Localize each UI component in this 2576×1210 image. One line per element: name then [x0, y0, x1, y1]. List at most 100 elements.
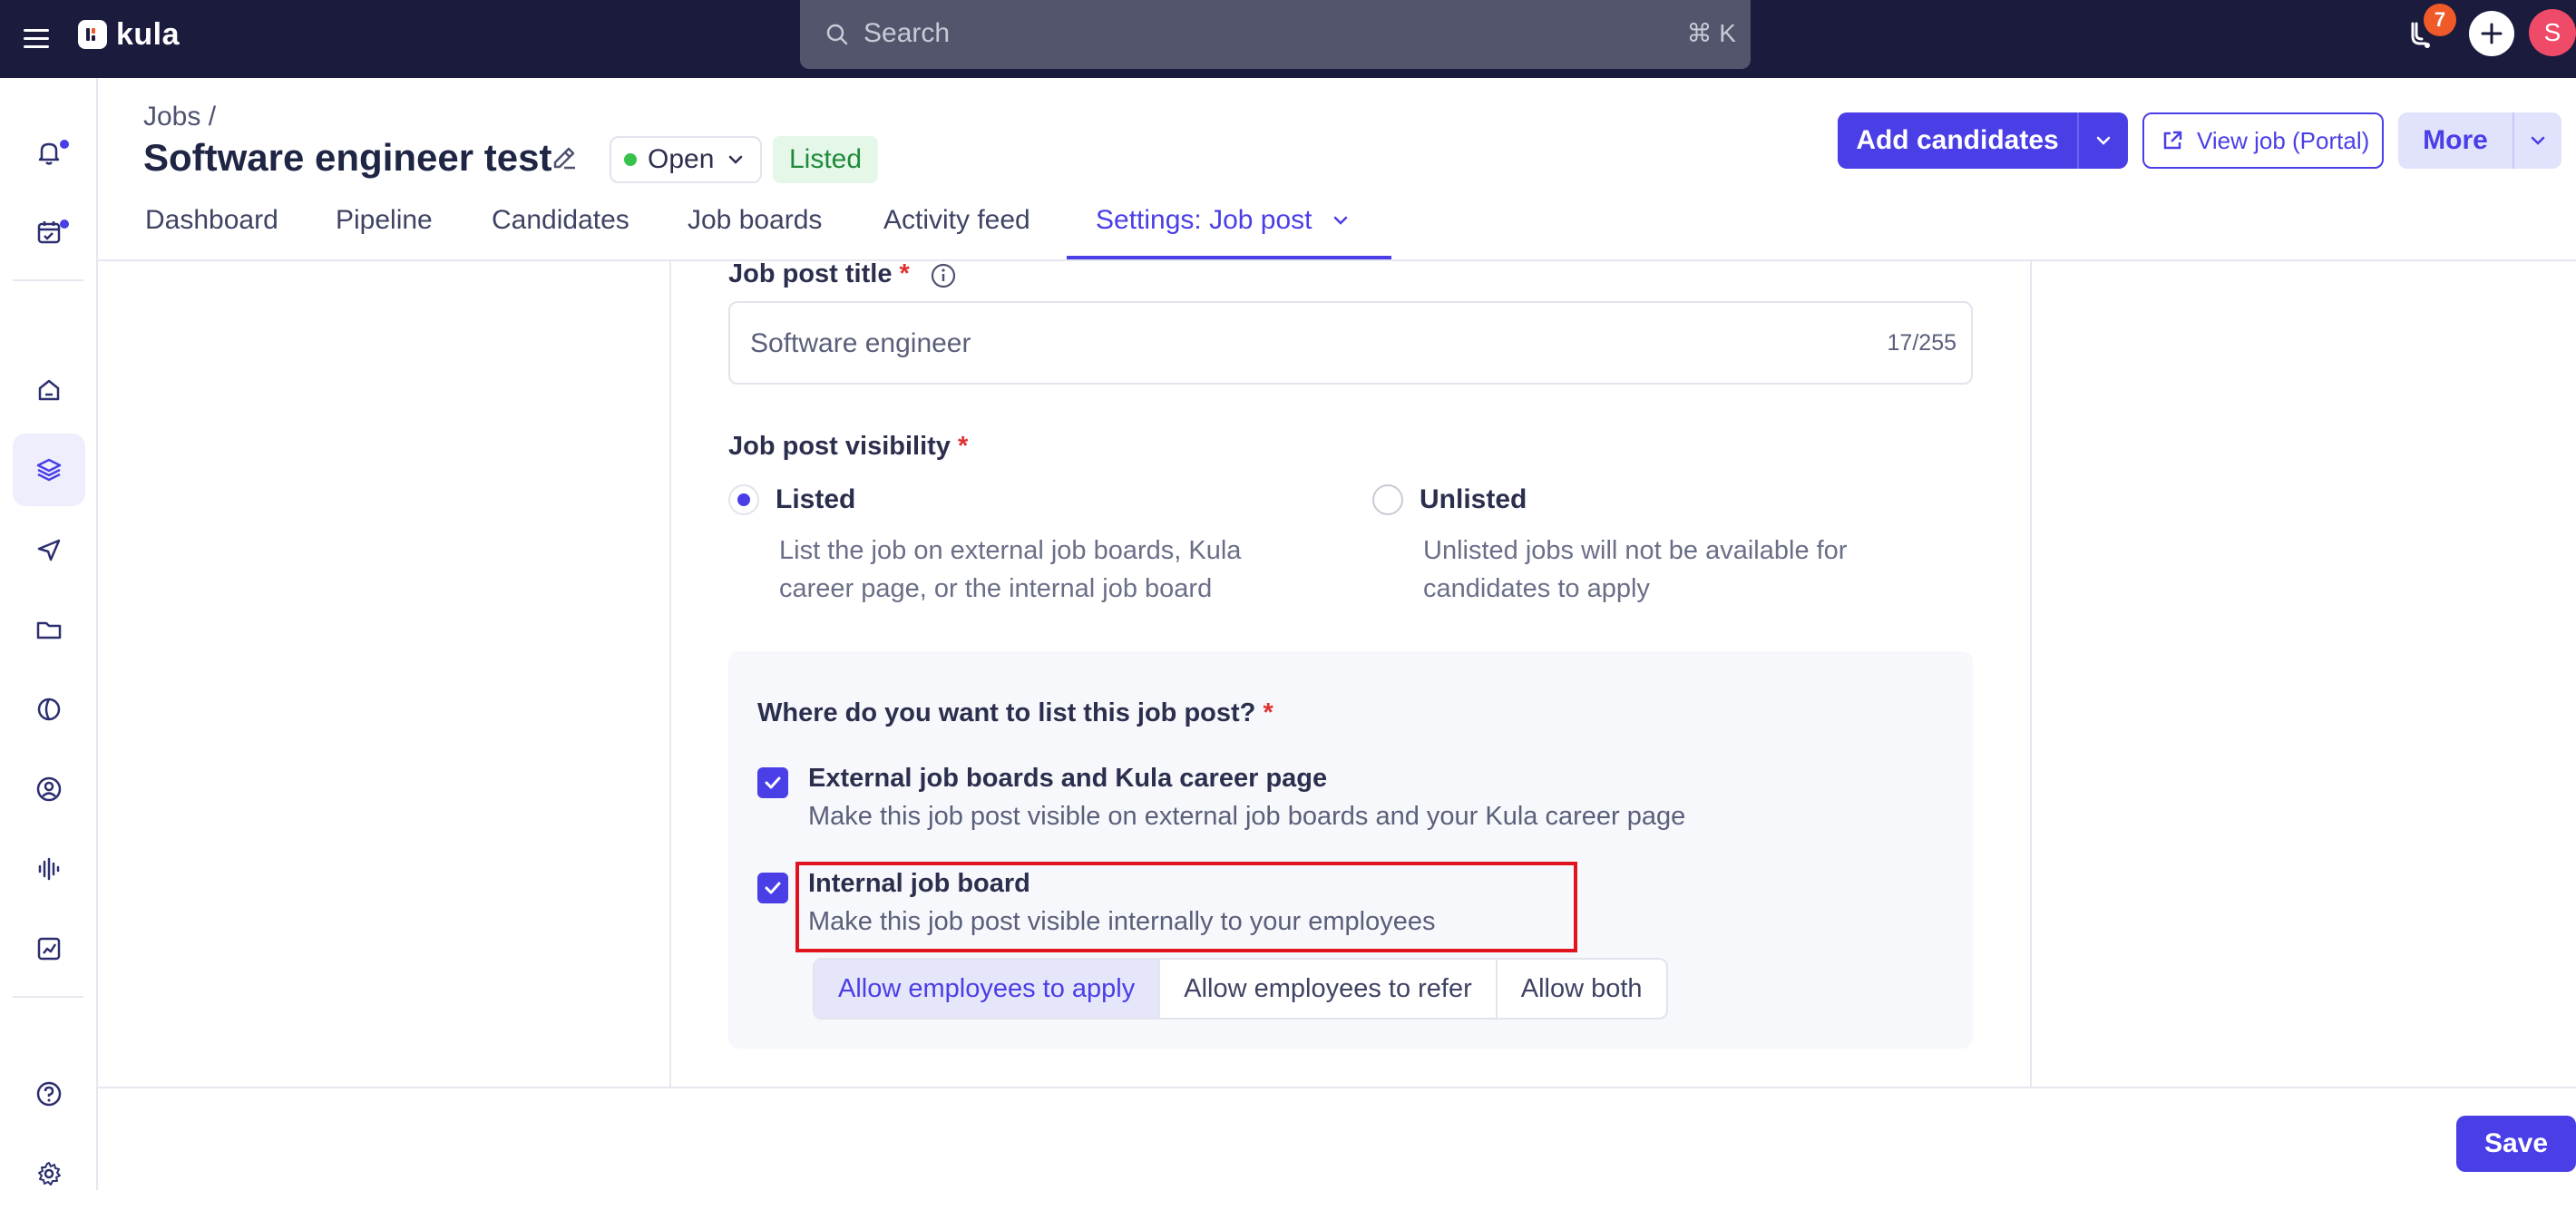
radio-listed-label[interactable]: Listed [776, 484, 855, 515]
add-candidates-label: Add candidates [1856, 125, 2059, 155]
search-placeholder: Search [864, 18, 951, 48]
search-icon [822, 19, 853, 50]
job-tabs: Dashboard Pipeline Candidates Job boards… [98, 196, 2576, 261]
user-circle-icon [36, 776, 62, 802]
rail-files[interactable] [13, 593, 85, 666]
tab-activity-feed[interactable]: Activity feed [883, 205, 1030, 236]
allow-employees-apply-option[interactable]: Allow employees to apply [815, 960, 1161, 1018]
top-bar: kula Search ⌘ K 7 S [0, 0, 2576, 78]
layers-icon [36, 458, 62, 482]
tab-settings-label: Settings: Job post [1096, 205, 1312, 235]
unread-dot [60, 220, 69, 229]
tab-job-boards[interactable]: Job boards [688, 205, 822, 236]
more-button[interactable]: More [2398, 112, 2561, 169]
job-post-title-value: Software engineer [750, 328, 971, 358]
radio-unlisted-label[interactable]: Unlisted [1420, 484, 1527, 515]
brand-logo[interactable]: kula [78, 16, 180, 53]
chevron-down-icon [2531, 136, 2545, 145]
rail-help[interactable] [13, 1058, 85, 1130]
character-counter: 17/255 [1887, 330, 1956, 356]
active-tab-indicator [1067, 256, 1391, 259]
radio-unlisted[interactable] [1372, 484, 1403, 515]
gear-icon [38, 1162, 61, 1186]
user-avatar[interactable]: S [2529, 9, 2576, 56]
checkmark-icon [765, 882, 781, 894]
rail-jobs[interactable] [13, 434, 85, 506]
edit-pencil-icon[interactable] [548, 141, 581, 174]
search-bar[interactable]: Search ⌘ K [800, 0, 1751, 69]
breadcrumb[interactable]: Jobs / [143, 102, 216, 132]
listed-badge: Listed [773, 136, 879, 183]
more-dropdown[interactable] [2513, 112, 2561, 169]
save-button[interactable]: Save [2456, 1116, 2576, 1172]
unlisted-desc-line-2: candidates to apply [1423, 574, 1650, 603]
send-icon [37, 539, 61, 561]
rail-calendar[interactable] [13, 196, 85, 268]
rail-divider [13, 996, 83, 998]
chevron-down-icon [1334, 216, 1348, 225]
checkmark-icon [765, 776, 781, 789]
tab-dashboard[interactable]: Dashboard [145, 205, 278, 236]
info-icon[interactable] [929, 261, 958, 290]
rail-divider [13, 279, 83, 281]
listed-desc-line-1: List the job on external job boards, Kul… [779, 536, 1242, 565]
allow-employees-refer-option[interactable]: Allow employees to refer [1160, 960, 1498, 1018]
page-title: Software engineer test [143, 136, 552, 179]
half-circle-icon [37, 698, 61, 721]
required-mark: * [899, 259, 910, 288]
rail-voice[interactable] [13, 833, 85, 905]
folder-icon [36, 621, 62, 639]
rail-home[interactable] [13, 354, 85, 426]
allow-both-option[interactable]: Allow both [1498, 960, 1666, 1018]
job-post-title-input[interactable]: Software engineer 17/255 [728, 301, 1973, 385]
notification-badge: 7 [2424, 4, 2456, 36]
view-job-portal-button[interactable]: View job (Portal) [2142, 112, 2384, 169]
unlisted-desc-line-1: Unlisted jobs will not be available for [1423, 536, 1848, 565]
add-candidates-dropdown[interactable] [2077, 112, 2128, 169]
required-mark: * [958, 432, 969, 461]
help-icon [36, 1081, 62, 1107]
brand-name: kula [116, 16, 181, 52]
required-mark: * [1263, 698, 1273, 727]
job-status-select[interactable]: Open [610, 136, 762, 183]
add-candidates-button[interactable]: Add candidates [1838, 112, 2128, 169]
radio-unlisted-description: Unlisted jobs will not be available for … [1423, 532, 1847, 608]
rail-reports[interactable] [13, 912, 85, 985]
job-post-title-label-text: Job post title [728, 259, 893, 288]
external-boards-checkbox[interactable] [757, 767, 788, 798]
chevron-down-icon [729, 155, 743, 164]
external-boards-title[interactable]: External job boards and Kula career page [808, 764, 1327, 794]
more-label: More [2423, 125, 2488, 155]
internal-board-checkbox[interactable] [757, 873, 788, 903]
unread-dot [60, 140, 69, 149]
external-boards-description: Make this job post visible on external j… [808, 802, 1686, 831]
left-rail [0, 78, 98, 1190]
chevron-down-icon [2096, 136, 2111, 145]
hamburger-menu-icon[interactable] [18, 20, 54, 56]
rail-outreach[interactable] [13, 513, 85, 586]
view-job-label: View job (Portal) [2197, 126, 2370, 154]
create-plus-button[interactable] [2469, 11, 2514, 56]
radio-listed[interactable] [728, 484, 759, 515]
rail-insights[interactable] [13, 673, 85, 746]
job-post-visibility-label: Job post visibility * [728, 432, 968, 462]
tab-settings-job-post[interactable]: Settings: Job post [1096, 205, 1351, 236]
visibility-label-text: Job post visibility [728, 432, 951, 461]
tab-candidates[interactable]: Candidates [492, 205, 629, 236]
job-post-title-label: Job post title * [728, 259, 910, 289]
rail-notifications[interactable] [13, 116, 85, 189]
listed-desc-line-2: career page, or the internal job board [779, 574, 1213, 603]
radio-listed-description: List the job on external job boards, Kul… [779, 532, 1241, 608]
rail-people[interactable] [13, 753, 85, 825]
search-shortcut: ⌘ K [1686, 19, 1736, 47]
listing-destinations-title: Where do you want to list this job post?… [757, 698, 1273, 728]
rail-settings[interactable] [13, 1137, 85, 1210]
home-icon [38, 379, 60, 401]
tab-pipeline[interactable]: Pipeline [336, 205, 433, 236]
external-link-icon [2163, 131, 2182, 150]
listing-destinations-text: Where do you want to list this job post? [757, 698, 1256, 727]
highlight-annotation-box [795, 862, 1577, 952]
footer-bar [98, 1087, 2576, 1190]
audio-wave-icon [38, 857, 60, 881]
status-dot [624, 153, 637, 166]
